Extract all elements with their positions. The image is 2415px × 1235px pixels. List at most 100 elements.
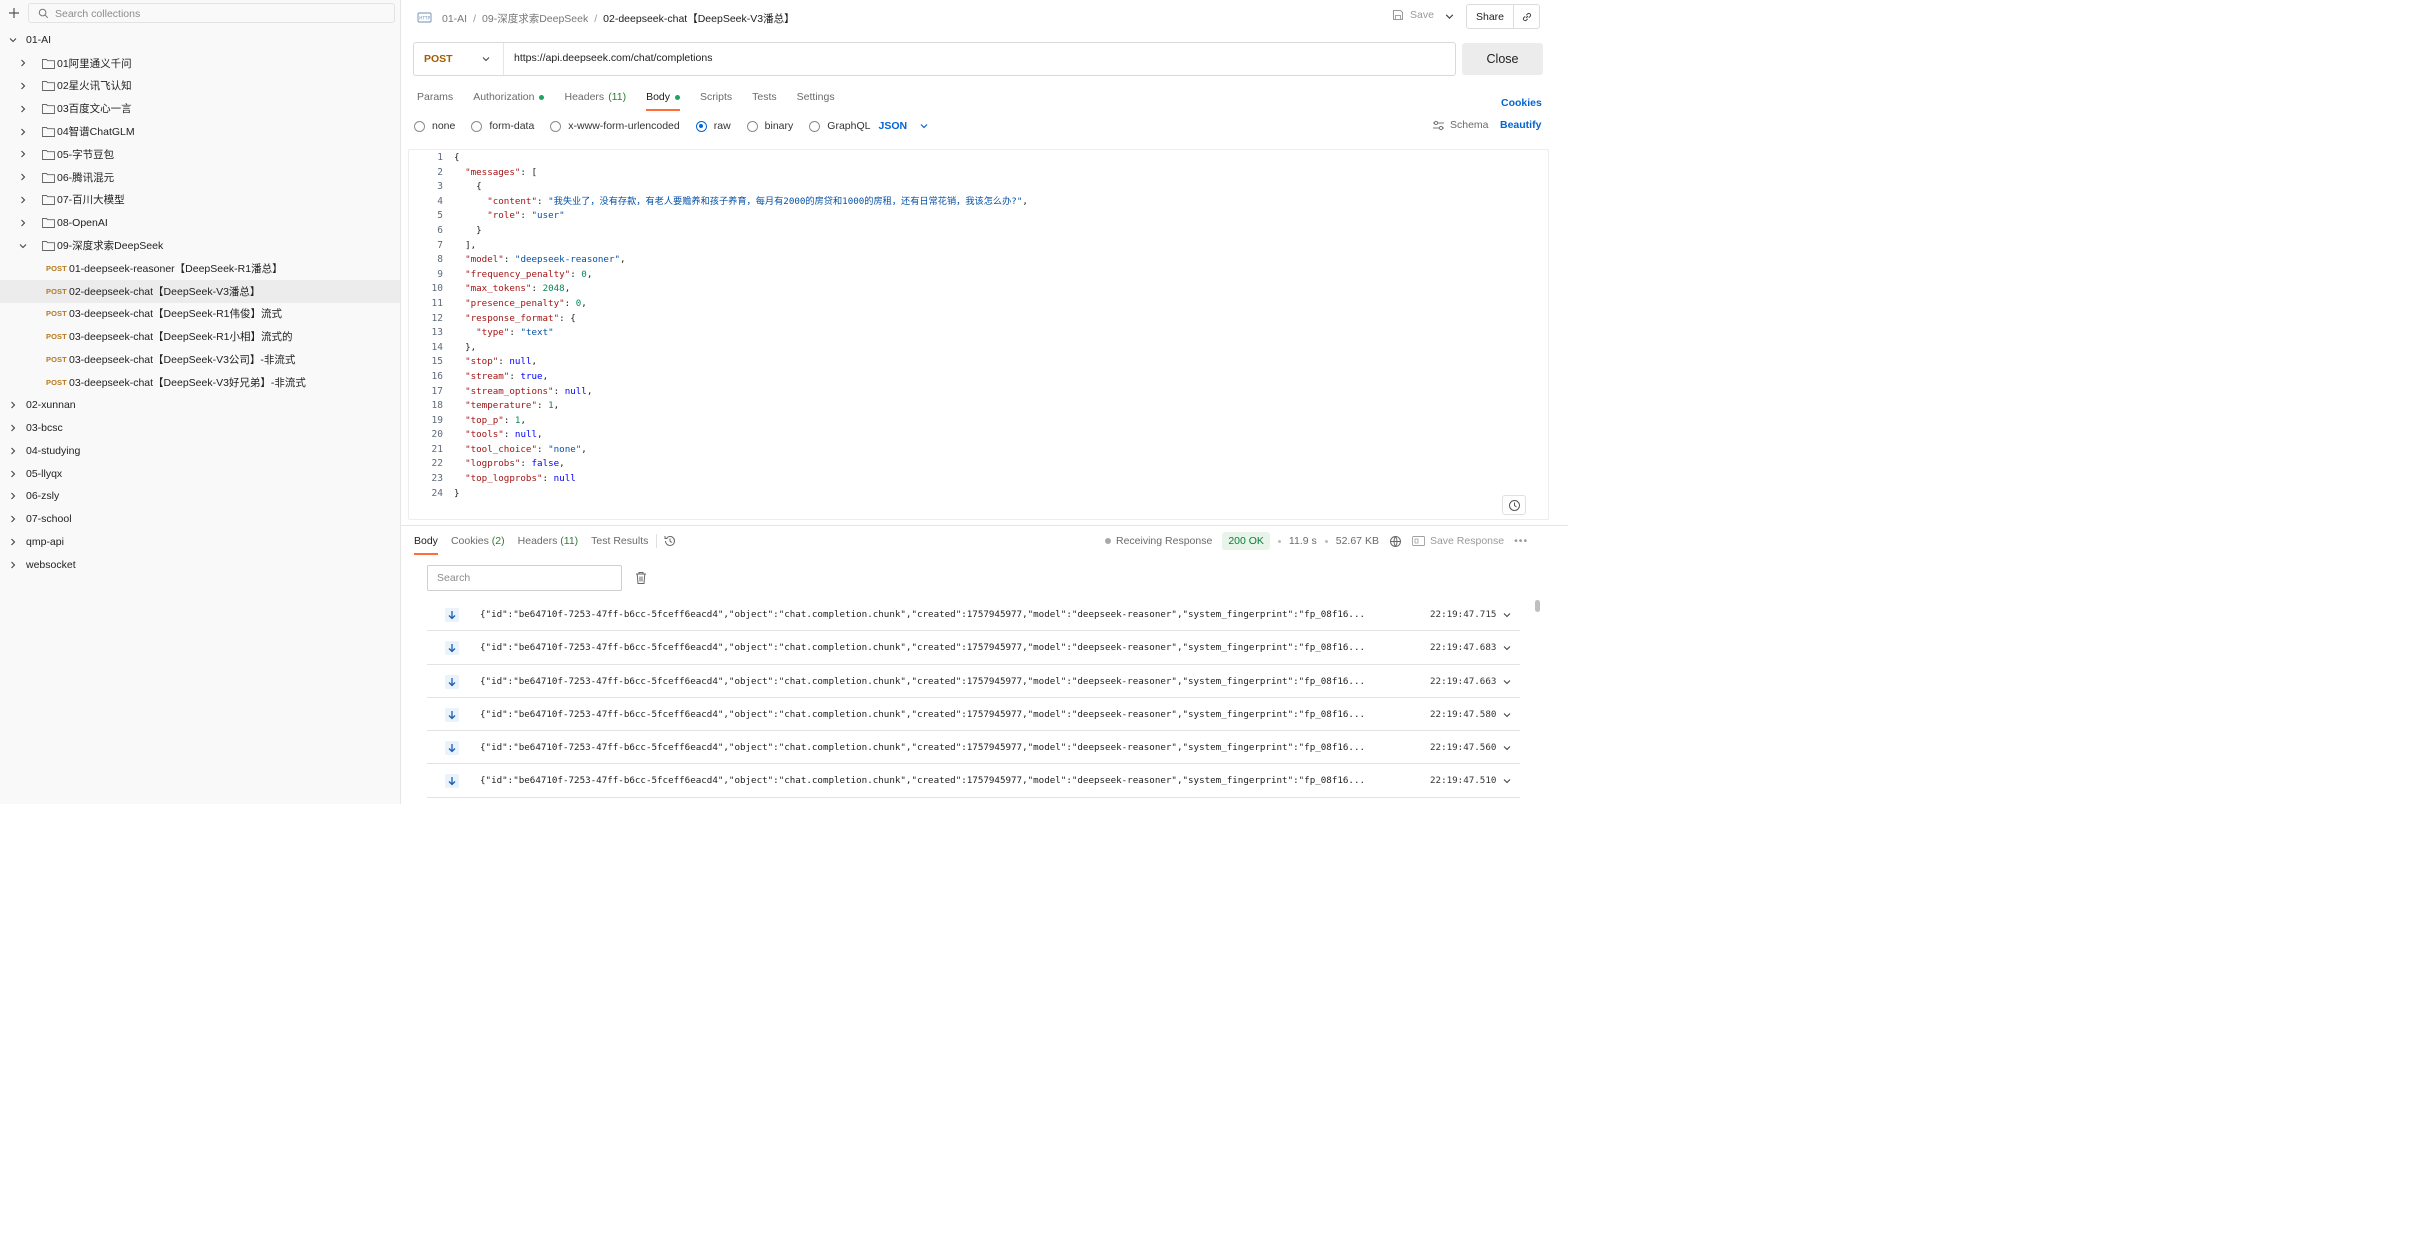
event-row[interactable]: {"id":"be64710f-7253-47ff-b6cc-5fceff6ea… — [427, 598, 1520, 632]
radio-binary[interactable]: binary — [746, 120, 793, 132]
chevron-right-icon[interactable] — [8, 514, 18, 524]
chevron-right-icon[interactable] — [8, 537, 18, 547]
chevron-right-icon[interactable] — [18, 149, 28, 159]
chevron-down-icon[interactable] — [8, 35, 18, 45]
folder-item[interactable]: 06-腾讯混元 — [0, 166, 400, 189]
tab-scripts[interactable]: Scripts — [700, 90, 732, 104]
folder-item[interactable]: 03百度文心一言 — [0, 97, 400, 120]
event-row[interactable]: {"id":"be64710f-7253-47ff-b6cc-5fceff6ea… — [427, 731, 1520, 765]
radio-none[interactable]: none — [414, 120, 455, 132]
tab-headers[interactable]: Headers (11) — [564, 90, 626, 104]
response-search[interactable] — [427, 565, 622, 591]
request-item[interactable]: POST 03-deepseek-chat【DeepSeek-R1伟俊】流式 — [0, 303, 400, 326]
collection-item[interactable]: 07-school — [0, 508, 400, 531]
folder-item[interactable]: 05-字节豆包 — [0, 143, 400, 166]
chevron-down-icon[interactable] — [18, 241, 28, 251]
tab-tests[interactable]: Tests — [752, 90, 777, 104]
folder-item[interactable]: 01阿里通义千问 — [0, 52, 400, 75]
request-item[interactable]: POST 03-deepseek-chat【DeepSeek-R1小相】流式的 — [0, 325, 400, 348]
share-button[interactable]: Share — [1466, 4, 1514, 29]
chevron-right-icon[interactable] — [18, 218, 28, 228]
beautify-button[interactable]: Beautify — [1500, 119, 1541, 131]
collections-search-input[interactable] — [55, 6, 385, 21]
code-area[interactable]: { "messages": [ { "content": "我失业了，没有存款，… — [454, 150, 1028, 501]
chevron-right-icon[interactable] — [8, 446, 18, 456]
folder-item[interactable]: 07-百川大模型 — [0, 189, 400, 212]
tab-response-body[interactable]: Body — [414, 535, 438, 555]
event-row[interactable]: {"id":"be64710f-7253-47ff-b6cc-5fceff6ea… — [427, 764, 1520, 798]
folder-item[interactable]: 08-OpenAI — [0, 211, 400, 234]
method-select[interactable]: POST — [414, 43, 504, 75]
history-icon[interactable] — [1502, 495, 1526, 515]
folder-item[interactable]: 04智谱ChatGLM — [0, 120, 400, 143]
breadcrumb-item[interactable]: 09-深度求索DeepSeek — [482, 13, 588, 25]
event-row[interactable]: {"id":"be64710f-7253-47ff-b6cc-5fceff6ea… — [427, 631, 1520, 665]
response-size[interactable]: 52.67 KB — [1336, 535, 1379, 547]
breadcrumb-current[interactable]: 02-deepseek-chat【DeepSeek-V3潘总】 — [603, 13, 794, 25]
tab-response-cookies[interactable]: Cookies (2) — [451, 535, 505, 547]
tab-test-results[interactable]: Test Results — [591, 535, 648, 547]
folder-item[interactable]: 02星火讯飞认知 — [0, 75, 400, 98]
trash-icon[interactable] — [635, 571, 647, 585]
chevron-down-icon[interactable] — [1502, 710, 1512, 720]
chevron-right-icon[interactable] — [8, 423, 18, 433]
tab-authorization[interactable]: Authorization — [473, 90, 545, 104]
event-row[interactable]: {"id":"be64710f-7253-47ff-b6cc-5fceff6ea… — [427, 665, 1520, 698]
chevron-down-icon[interactable] — [1502, 643, 1512, 653]
tab-settings[interactable]: Settings — [797, 90, 835, 104]
network-icon[interactable] — [1389, 535, 1402, 548]
status-badge[interactable]: 200 OK — [1222, 532, 1270, 550]
more-options-icon[interactable]: ••• — [1514, 535, 1528, 547]
schema-button[interactable]: Schema — [1432, 119, 1489, 131]
response-search-input[interactable] — [437, 572, 617, 584]
chevron-down-icon[interactable] — [1502, 776, 1512, 786]
radio-graphql[interactable]: GraphQL — [809, 120, 870, 132]
request-item[interactable]: POST 01-deepseek-reasoner【DeepSeek-R1潘总】 — [0, 257, 400, 280]
body-editor[interactable]: 1 2 3 4 5 6 7 8 9 10 11 12 13 14 15 16 17 18 19 20 21 22 23 24 … — [408, 149, 1549, 520]
chevron-down-icon[interactable] — [1502, 743, 1512, 753]
collection-item[interactable]: 01-AI — [0, 29, 400, 52]
chevron-right-icon[interactable] — [8, 400, 18, 410]
url-input[interactable] — [514, 52, 1414, 64]
chevron-down-icon[interactable] — [1502, 610, 1512, 620]
radio-urlencoded[interactable]: x-www-form-urlencoded — [550, 120, 680, 132]
chevron-right-icon[interactable] — [8, 491, 18, 501]
plus-icon[interactable] — [7, 6, 21, 20]
chevron-down-icon[interactable] — [1502, 677, 1512, 687]
radio-raw[interactable]: raw — [695, 120, 731, 132]
collections-search[interactable] — [28, 3, 395, 23]
radio-form-data[interactable]: form-data — [471, 120, 534, 132]
save-response-button[interactable]: Save Response — [1412, 535, 1504, 547]
cookies-link[interactable]: Cookies — [1501, 97, 1542, 109]
request-item[interactable]: POST 03-deepseek-chat【DeepSeek-V3好兄弟】-非流式 — [0, 371, 400, 394]
collection-item[interactable]: 05-llyqx — [0, 462, 400, 485]
breadcrumb-item[interactable]: 01-AI — [442, 13, 467, 25]
collection-item[interactable]: 06-zsly — [0, 485, 400, 508]
chevron-right-icon[interactable] — [8, 469, 18, 479]
request-item-selected[interactable]: POST 02-deepseek-chat【DeepSeek-V3潘总】 — [0, 279, 400, 303]
response-time[interactable]: 11.9 s — [1289, 535, 1317, 547]
history-icon[interactable] — [663, 534, 677, 548]
collection-item[interactable]: 04-studying — [0, 439, 400, 462]
chevron-down-icon[interactable] — [1444, 11, 1455, 22]
tab-body[interactable]: Body — [646, 90, 681, 111]
scrollbar-thumb[interactable] — [1535, 600, 1540, 612]
chevron-right-icon[interactable] — [18, 104, 28, 114]
chevron-right-icon[interactable] — [18, 81, 28, 91]
chevron-right-icon[interactable] — [18, 195, 28, 205]
collection-item[interactable]: 03-bcsc — [0, 417, 400, 440]
copy-link-button[interactable] — [1513, 4, 1540, 29]
folder-item[interactable]: 09-深度求索DeepSeek — [0, 234, 400, 257]
chevron-right-icon[interactable] — [18, 127, 28, 137]
chevron-right-icon[interactable] — [18, 58, 28, 68]
close-button[interactable]: Close — [1462, 43, 1543, 75]
event-row[interactable]: {"id":"be64710f-7253-47ff-b6cc-5fceff6ea… — [427, 698, 1520, 732]
request-item[interactable]: POST 03-deepseek-chat【DeepSeek-V3公司】-非流式 — [0, 348, 400, 371]
tab-params[interactable]: Params — [417, 90, 453, 104]
save-button[interactable]: Save — [1392, 9, 1434, 21]
collection-item[interactable]: 02-xunnan — [0, 394, 400, 417]
format-select[interactable]: JSON — [878, 120, 929, 132]
chevron-right-icon[interactable] — [8, 560, 18, 570]
collection-item[interactable]: websocket — [0, 553, 400, 576]
collection-item[interactable]: qmp-api — [0, 531, 400, 554]
